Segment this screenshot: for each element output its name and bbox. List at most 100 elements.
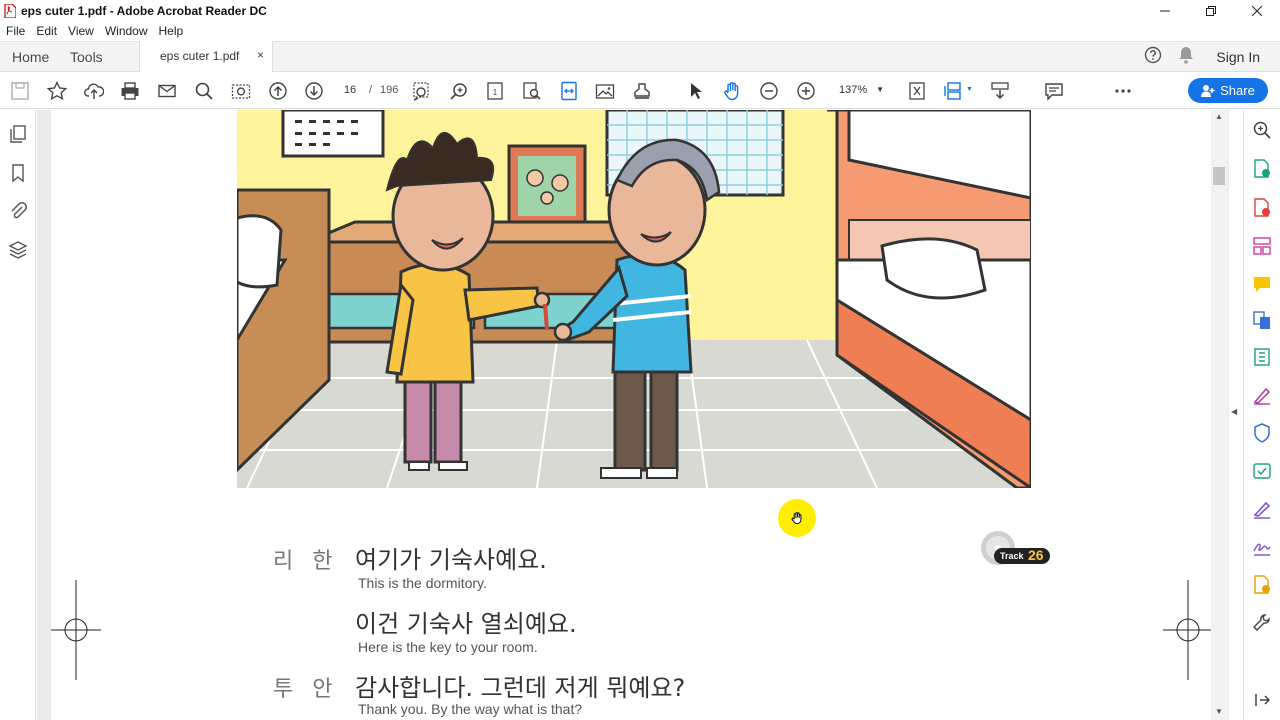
next-page-icon[interactable]: [304, 81, 324, 101]
left-navigation-pane: [0, 110, 36, 720]
attachment-icon[interactable]: [8, 201, 28, 221]
search-icon[interactable]: [194, 81, 214, 101]
comment-icon[interactable]: [1044, 81, 1064, 101]
svg-text:1: 1: [493, 88, 498, 97]
document-viewport[interactable]: Track 26 리 한 여기가 기숙사예요. This is the dorm…: [37, 110, 1229, 720]
right-tools-pane: [1243, 110, 1280, 720]
crop-mark-left: [51, 580, 101, 680]
toolbar: 16 / 196 1 137% ▼ ▼ Share: [0, 72, 1280, 109]
close-tab-button[interactable]: ×: [257, 48, 264, 62]
audio-track-badge[interactable]: Track 26: [980, 530, 1054, 568]
page-display-icon[interactable]: 1: [485, 81, 505, 101]
bookmark-icon[interactable]: [8, 163, 28, 183]
organize-pages-icon[interactable]: [1252, 236, 1272, 256]
cursor-highlight: [778, 499, 816, 537]
print-icon[interactable]: [120, 81, 140, 101]
window-title: eps cuter 1.pdf - Adobe Acrobat Reader D…: [21, 3, 267, 18]
sign-in-link[interactable]: Sign In: [1216, 49, 1260, 65]
previous-page-icon[interactable]: [268, 81, 288, 101]
wrench-icon[interactable]: [1252, 613, 1272, 633]
close-icon: [1252, 5, 1262, 16]
request-signature-icon[interactable]: [1252, 499, 1272, 519]
save-icon[interactable]: [10, 81, 30, 101]
search-zoom-icon[interactable]: [1252, 120, 1272, 140]
fit-page-icon[interactable]: [907, 81, 927, 101]
fill-sign-icon[interactable]: [1252, 385, 1272, 405]
acrobat-pdf-icon: [4, 3, 16, 18]
stamp-print-icon[interactable]: [632, 81, 652, 101]
vertical-scrollbar[interactable]: ▲ ▼: [1211, 110, 1228, 720]
image-icon[interactable]: [595, 81, 615, 101]
restore-icon: [1206, 5, 1216, 16]
page-separator: /: [369, 84, 373, 96]
send-review-icon[interactable]: [1252, 461, 1272, 481]
chevron-down-icon: ▼: [876, 85, 884, 94]
select-cursor-icon[interactable]: [686, 81, 706, 101]
scroll-down-icon[interactable]: ▼: [1215, 707, 1223, 716]
zoom-magnifier-icon[interactable]: [449, 81, 469, 101]
english-translation: Here is the key to your room.: [358, 639, 538, 655]
menu-file[interactable]: File: [6, 24, 25, 38]
zoom-level-dropdown[interactable]: 137% ▼: [832, 80, 888, 100]
export-pdf-icon[interactable]: [1252, 159, 1272, 179]
star-icon[interactable]: [47, 81, 67, 101]
protect-shield-icon[interactable]: [1252, 423, 1272, 443]
tab-tools[interactable]: Tools: [70, 42, 103, 72]
select-area-zoom-icon[interactable]: [412, 81, 432, 101]
minimize-icon: [1160, 10, 1170, 11]
share-button[interactable]: Share: [1188, 78, 1268, 103]
pdf-page: Track 26 리 한 여기가 기숙사예요. This is the dorm…: [51, 110, 1215, 720]
track-number: 26: [1028, 547, 1044, 563]
close-window-button[interactable]: [1234, 0, 1280, 21]
scroll-thumb[interactable]: [1213, 167, 1225, 185]
scroll-mode-icon[interactable]: [944, 81, 964, 101]
hand-tool-icon[interactable]: [722, 81, 742, 101]
tab-bar: Home Tools eps cuter 1.pdf × Sign In: [0, 41, 1280, 73]
help-icon[interactable]: [1144, 46, 1162, 69]
page-number-input[interactable]: 16: [335, 80, 365, 100]
title-bar: eps cuter 1.pdf - Adobe Acrobat Reader D…: [0, 0, 1280, 21]
tab-document[interactable]: eps cuter 1.pdf ×: [139, 41, 273, 73]
menu-bar: File Edit View Window Help: [0, 21, 1280, 41]
notification-bell-icon[interactable]: [1178, 46, 1194, 69]
pages-icon[interactable]: [8, 124, 28, 144]
layers-icon[interactable]: [8, 240, 28, 260]
snapshot-camera-icon[interactable]: [231, 81, 251, 101]
speaker-name: 리 한: [273, 549, 339, 574]
collapse-right-pane-icon[interactable]: ◀: [1231, 407, 1237, 416]
compress-icon[interactable]: [1252, 347, 1272, 367]
scroll-up-icon[interactable]: ▲: [1215, 112, 1223, 121]
fit-width-icon[interactable]: [559, 81, 579, 101]
menu-window[interactable]: Window: [105, 24, 148, 38]
share-label: Share: [1220, 83, 1255, 98]
expand-pane-icon[interactable]: [1252, 690, 1272, 710]
menu-edit[interactable]: Edit: [36, 24, 57, 38]
track-label: Track: [1000, 551, 1024, 561]
restore-button[interactable]: [1188, 0, 1234, 21]
combine-files-icon[interactable]: [1252, 310, 1272, 330]
share-person-icon: [1201, 84, 1215, 97]
korean-line: 이건 기숙사 열쇠예요.: [355, 610, 577, 638]
tab-home[interactable]: Home: [12, 42, 49, 72]
document-tab-label: eps cuter 1.pdf: [160, 49, 240, 63]
minimize-button[interactable]: [1142, 0, 1188, 21]
english-translation: Thank you. By the way what is that?: [358, 701, 583, 717]
zoom-value: 137%: [839, 84, 868, 96]
korean-line: 감사합니다. 그런데 저게 뭐예요?: [355, 674, 686, 702]
upload-cloud-icon[interactable]: [84, 81, 104, 101]
korean-line: 여기가 기숙사예요.: [355, 546, 547, 574]
zoom-in-icon[interactable]: [796, 81, 816, 101]
comment-tool-icon[interactable]: [1252, 274, 1272, 294]
signature-icon[interactable]: [1252, 537, 1272, 557]
email-icon[interactable]: [157, 81, 177, 101]
menu-view[interactable]: View: [68, 24, 94, 38]
menu-help[interactable]: Help: [159, 24, 184, 38]
hand-cursor-icon: [791, 512, 802, 525]
create-pdf-icon[interactable]: [1252, 198, 1272, 218]
zoom-out-icon[interactable]: [759, 81, 779, 101]
read-aloud-icon[interactable]: [990, 81, 1010, 101]
scroll-mode-chevron-icon[interactable]: ▼: [966, 86, 973, 93]
find-text-icon[interactable]: [522, 81, 542, 101]
stamp-tool-icon[interactable]: [1252, 575, 1272, 595]
more-options-icon[interactable]: [1113, 81, 1133, 101]
